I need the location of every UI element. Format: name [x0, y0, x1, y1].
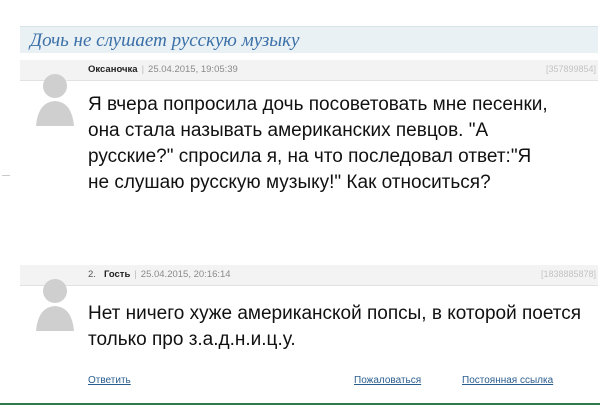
- avatar-icon: [36, 74, 74, 126]
- post-number: 2.: [88, 269, 96, 280]
- post-datetime: 25.04.2015, 20:16:14: [140, 269, 231, 280]
- post-author[interactable]: Гость: [104, 269, 130, 280]
- post-meta: Оксаночка | 25.04.2015, 19:05:39: [88, 64, 238, 75]
- complain-link[interactable]: Пожаловаться: [354, 375, 421, 386]
- post-text: Я вчера попросила дочь посоветовать мне …: [88, 94, 548, 193]
- bottom-divider: [0, 403, 600, 405]
- post-id: [357899854]: [545, 64, 596, 74]
- post-id: [1838885878]: [540, 269, 596, 279]
- reply-link[interactable]: Ответить: [88, 375, 131, 386]
- separator: |: [141, 64, 145, 75]
- separator: |: [134, 269, 137, 280]
- divider: [2, 175, 10, 176]
- post-meta: 2. Гость | 25.04.2015, 20:16:14: [88, 269, 231, 280]
- post-text: Нет ничего хуже американской попсы, в ко…: [88, 303, 582, 350]
- post-datetime: 25.04.2015, 19:05:39: [148, 64, 238, 75]
- post: Оксаночка | 25.04.2015, 19:05:39 [35789985…: [20, 60, 598, 260]
- post: 2. Гость | 25.04.2015, 20:16:14 [1838885878…: [20, 265, 598, 395]
- post-author[interactable]: Оксаночка: [88, 64, 138, 75]
- topic-title: Дочь не слушает русскую музыку: [30, 30, 300, 51]
- permalink-link[interactable]: Постоянная ссылка: [462, 375, 553, 386]
- avatar-icon: [36, 279, 74, 331]
